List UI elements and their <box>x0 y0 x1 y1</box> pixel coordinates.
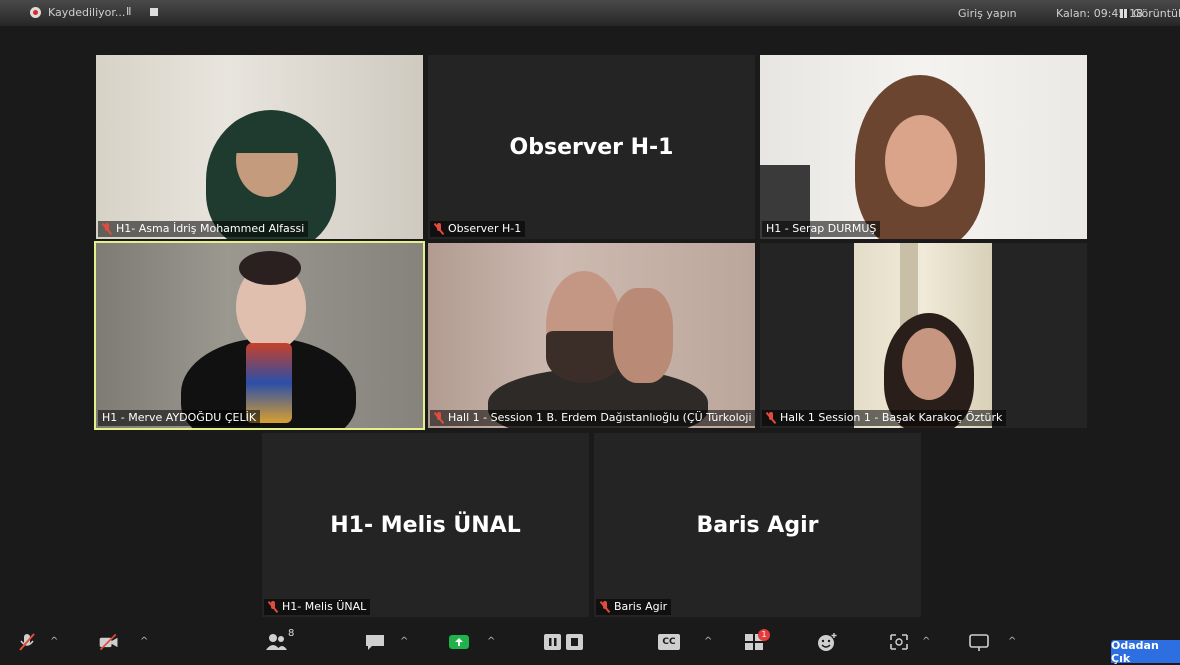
participant-name-tag: H1 - Merve AYDOĞDU ÇELİK <box>98 410 261 426</box>
grid-view-icon[interactable] <box>1120 9 1129 18</box>
share-screen-button[interactable] <box>448 632 470 656</box>
meeting-toolbar: ^ ^ 8 ^ ^ CC ^ 1 ^ ^ <box>0 628 1180 663</box>
participant-tile[interactable]: Hall 1 - Session 1 B. Erdem Dağıstanlıoğ… <box>428 243 755 428</box>
participant-name: H1- Melis ÜNAL <box>282 600 367 613</box>
participants-icon <box>266 634 287 650</box>
stop-recording-button[interactable] <box>150 8 158 16</box>
microphone-muted-icon <box>102 223 112 235</box>
participant-name-tag: H1- Asma İdriş Mohammed Alfassi <box>98 221 309 237</box>
pause-recording-button[interactable]: II <box>126 5 131 18</box>
recording-icon <box>30 7 41 18</box>
microphone-muted-icon <box>19 633 35 651</box>
whiteboard-button[interactable] <box>968 632 990 656</box>
closed-caption-icon: CC <box>658 634 680 650</box>
reactions-button[interactable] <box>816 632 838 656</box>
participant-name: H1- Asma İdriş Mohammed Alfassi <box>116 222 305 235</box>
participant-name-tag: H1 - Serap DURMUŞ <box>762 221 881 237</box>
video-off-icon <box>99 633 118 651</box>
microphone-muted-icon <box>434 412 444 424</box>
cc-label: CC <box>662 637 676 647</box>
mute-button[interactable] <box>16 632 38 656</box>
participant-name-tag: Observer H-1 <box>430 221 526 237</box>
microphone-muted-icon <box>600 601 610 613</box>
cc-options-caret[interactable]: ^ <box>704 636 712 647</box>
closed-caption-button[interactable]: CC <box>658 632 680 650</box>
microphone-muted-icon <box>434 223 444 235</box>
chat-options-caret[interactable]: ^ <box>400 636 408 647</box>
participant-tile[interactable]: Halk 1 Session 1 - Başak Karakoç Öztürk <box>760 243 1087 428</box>
leave-room-button[interactable]: Odadan Çık <box>1111 638 1180 665</box>
remaining-time: Kalan: 09:45:18 <box>1056 7 1144 20</box>
participant-tile[interactable]: Baris Agir Baris Agir <box>594 433 921 617</box>
apps-options-caret[interactable]: ^ <box>922 636 930 647</box>
participant-name-tag: Baris Agir <box>596 599 672 615</box>
sign-in-link[interactable]: Giriş yapın <box>958 7 1017 20</box>
participants-button[interactable]: 8 <box>266 628 294 656</box>
participant-count: 8 <box>288 628 295 639</box>
participant-video <box>96 243 423 428</box>
meeting-top-bar: Kaydediliyor... II Giriş yapın Kalan: 09… <box>0 0 1180 26</box>
participant-tile[interactable]: Observer H-1 Observer H-1 <box>428 55 755 239</box>
participant-name: H1 - Merve AYDOĞDU ÇELİK <box>102 411 257 424</box>
microphone-muted-icon <box>268 601 278 613</box>
whiteboard-options-caret[interactable]: ^ <box>1008 636 1016 647</box>
participant-name: Hall 1 - Session 1 B. Erdem Dağıstanlıoğ… <box>448 411 755 424</box>
participant-video <box>428 243 755 428</box>
notification-badge: 1 <box>758 629 770 641</box>
participant-display-name: Observer H-1 <box>509 134 674 160</box>
participant-name: H1 - Serap DURMUŞ <box>766 222 877 235</box>
reactions-icon <box>818 633 837 651</box>
view-button[interactable]: Görüntüle <box>1133 7 1180 20</box>
apps-icon <box>890 634 908 650</box>
participant-name: Halk 1 Session 1 - Başak Karakoç Öztürk <box>780 411 1003 424</box>
participant-tile[interactable]: H1- Asma İdriş Mohammed Alfassi <box>96 55 423 239</box>
record-pause-icon <box>544 634 561 650</box>
chat-button[interactable] <box>364 632 386 656</box>
participant-tile[interactable]: H1 - Serap DURMUŞ <box>760 55 1087 239</box>
participant-name: Observer H-1 <box>448 222 522 235</box>
audio-options-caret[interactable]: ^ <box>50 636 58 647</box>
whiteboard-icon <box>969 634 989 651</box>
participant-name: Baris Agir <box>614 600 668 613</box>
stop-recording-toolbar-button[interactable] <box>564 632 586 656</box>
share-screen-icon <box>449 635 469 649</box>
chat-icon <box>366 635 384 650</box>
participant-display-name: Baris Agir <box>696 512 819 538</box>
participant-video <box>760 55 1087 239</box>
participant-tile[interactable]: H1- Melis ÜNAL H1- Melis ÜNAL <box>262 433 589 617</box>
start-video-button[interactable] <box>98 632 120 656</box>
video-options-caret[interactable]: ^ <box>140 636 148 647</box>
participant-video <box>854 243 992 428</box>
recording-status: Kaydediliyor... <box>48 6 126 19</box>
leave-room-label: Odadan Çık <box>1111 638 1159 665</box>
participant-name-tag: Hall 1 - Session 1 B. Erdem Dağıstanlıoğ… <box>430 410 755 426</box>
microphone-muted-icon <box>766 412 776 424</box>
participant-tile-active-speaker[interactable]: H1 - Merve AYDOĞDU ÇELİK <box>94 241 425 430</box>
breakout-rooms-button[interactable]: 1 <box>744 629 770 656</box>
participant-name-tag: H1- Melis ÜNAL <box>264 599 371 615</box>
pause-recording-toolbar-button[interactable] <box>542 632 564 656</box>
participant-video <box>96 55 423 239</box>
apps-button[interactable] <box>888 632 910 656</box>
participant-display-name: H1- Melis ÜNAL <box>330 512 521 538</box>
record-stop-icon <box>566 634 583 650</box>
participant-name-tag: Halk 1 Session 1 - Başak Karakoç Öztürk <box>762 410 1007 426</box>
share-options-caret[interactable]: ^ <box>487 636 495 647</box>
